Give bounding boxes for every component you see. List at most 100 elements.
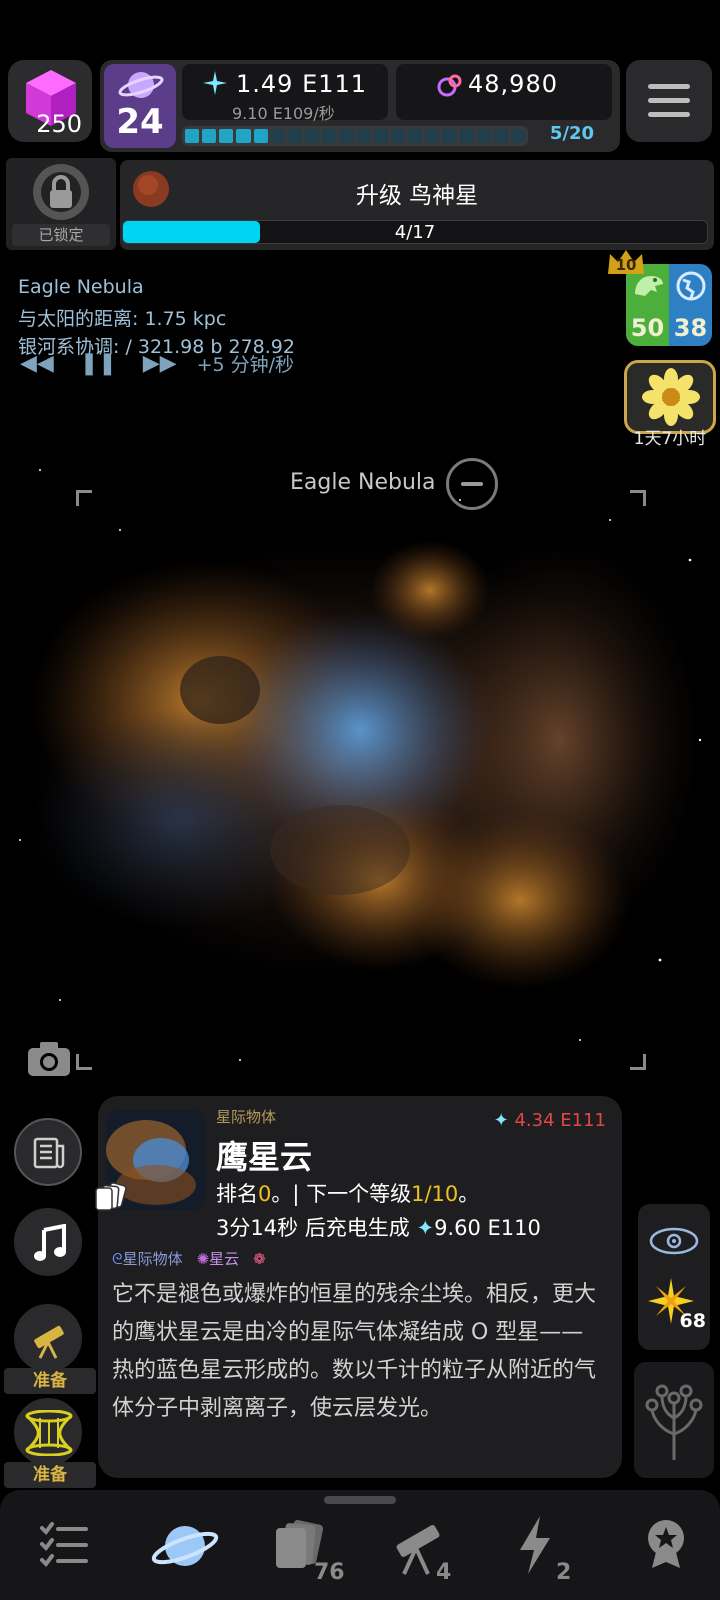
charge-value: 9.60 E110: [434, 1216, 541, 1240]
drag-handle[interactable]: [324, 1496, 396, 1504]
progress-segment: [219, 129, 234, 143]
tag-interstellar[interactable]: ᘓ星际物体: [112, 1248, 183, 1269]
music-button[interactable]: [14, 1208, 82, 1276]
planet-level-box[interactable]: 24: [104, 64, 176, 148]
tag-nebula[interactable]: ✺星云: [197, 1248, 240, 1269]
menu-icon: [648, 84, 690, 89]
sparkle-icon: ✦: [493, 1110, 509, 1131]
location-distance: 与太阳的距离: 1.75 kpc: [18, 308, 227, 330]
dark-matter-icon: [437, 74, 462, 97]
galaxy-icon: ᘓ: [112, 1250, 123, 1268]
progress-segment: [322, 129, 337, 143]
object-value: ✦ 4.34 E111: [494, 1110, 606, 1131]
zoom-out-button[interactable]: [446, 458, 498, 510]
frame-corner: [630, 1054, 646, 1070]
progress-segment: [408, 129, 423, 143]
stardust-box[interactable]: 1.49 E111 9.10 E109/秒: [182, 64, 388, 123]
progress-segment: [476, 129, 491, 143]
progress-segment: [270, 129, 285, 143]
nav-achievements[interactable]: [620, 1512, 710, 1592]
frame-corner: [630, 490, 646, 506]
nebula-icon: ✺: [196, 1250, 210, 1268]
object-category: 星际物体: [216, 1108, 277, 1126]
saturn-icon: [151, 1526, 219, 1566]
progress-segment: [356, 129, 371, 143]
cards-count: 76: [314, 1560, 345, 1585]
planet-level: 24: [116, 102, 164, 142]
progress-segment: [425, 129, 440, 143]
crown-level: 10: [615, 256, 637, 274]
nebula-view[interactable]: [0, 440, 720, 1080]
level-progress-text: 5/20: [549, 123, 595, 144]
progress-segment: [493, 129, 508, 143]
target-label: Eagle Nebula: [290, 470, 436, 495]
camera-icon: [28, 1042, 70, 1076]
dark-matter-value: 48,980: [468, 70, 558, 98]
resource-panel: 24 1.49 E111 9.10 E109/秒 48,980 5/20: [100, 60, 620, 152]
planet-icon: [118, 72, 164, 98]
nav-energy[interactable]: 2: [504, 1512, 594, 1592]
cube-count: 250: [36, 110, 82, 138]
planet-count: 38: [673, 314, 708, 342]
progress-segment: [287, 129, 303, 143]
ready-label: 准备: [4, 1368, 96, 1394]
object-rank: 排名0。| 下一个等级1/10。: [216, 1178, 479, 1208]
rank-value: 0: [258, 1182, 272, 1206]
nav-telescope[interactable]: 4: [384, 1512, 474, 1592]
time-rate: +5 分钟/秒: [196, 354, 295, 376]
event-flower-button[interactable]: [624, 360, 716, 434]
rank-prefix: 排名: [216, 1182, 258, 1206]
progress-segment: [510, 129, 526, 143]
life-count: 50: [630, 314, 665, 342]
object-description: 它不是褪色或爆炸的恒星的残余尘埃。相反，更大的鹰状星云是由冷的星际气体凝结成 O…: [112, 1282, 597, 1421]
sparkle-icon: ✦: [416, 1216, 435, 1240]
side-panel: 68: [638, 1204, 710, 1350]
nav-cards[interactable]: 76: [264, 1512, 354, 1592]
frame-corner: [76, 1054, 92, 1070]
rank-next: 1/10: [411, 1182, 459, 1206]
progress-segment: [459, 129, 474, 143]
upgrade-button[interactable]: 升级 鸟神星 4/17: [120, 160, 714, 250]
frame-corner: [76, 490, 92, 506]
charge-text: 3分14秒 后充电生成: [216, 1216, 410, 1240]
telescope-ready-button[interactable]: [14, 1304, 82, 1372]
upgrade-title: 升级 鸟神星: [355, 183, 479, 209]
tree-icon: [645, 1384, 703, 1460]
nav-tasks[interactable]: [20, 1512, 110, 1592]
locked-slot[interactable]: 已锁定: [6, 158, 116, 250]
globe-icon: [676, 271, 706, 301]
flower-icon: [642, 368, 700, 426]
pause-button[interactable]: ❚❚: [80, 351, 117, 376]
cube-currency-box[interactable]: 250: [8, 60, 92, 142]
lock-icon: [33, 164, 89, 220]
energy-count: 2: [556, 1560, 572, 1585]
progress-segment: [305, 129, 320, 143]
level-progress-bar: [182, 126, 528, 146]
upgrade-progress-bar: 4/17: [122, 220, 708, 244]
orbit-icon[interactable]: [648, 1224, 700, 1258]
progress-segment: [442, 129, 457, 143]
progress-segment: [339, 129, 354, 143]
cards-icon: [95, 1182, 127, 1211]
telescope-icon: [34, 1325, 64, 1359]
tech-tree-button[interactable]: [634, 1362, 714, 1478]
location-name: Eagle Nebula: [18, 276, 144, 298]
progress-segment: [253, 129, 268, 143]
object-info-card[interactable]: 星际物体 鹰星云 ✦ 4.34 E111 排名0。| 下一个等级1/10。 3分…: [95, 1096, 622, 1478]
dark-matter-box[interactable]: 48,980: [396, 64, 612, 120]
newspaper-icon: [33, 1137, 65, 1169]
progress-segment: [373, 129, 388, 143]
wormhole-ready-button[interactable]: [14, 1398, 82, 1466]
camera-button[interactable]: [26, 1040, 72, 1082]
object-title: 鹰星云: [216, 1138, 313, 1176]
progress-segment: [185, 129, 200, 143]
nav-planets[interactable]: [140, 1512, 230, 1592]
lightning-icon: [520, 1516, 550, 1574]
telescope-count: 4: [436, 1560, 452, 1585]
fast-forward-button[interactable]: ▶▶: [143, 351, 177, 376]
rewind-button[interactable]: ◀◀: [20, 351, 54, 376]
news-button[interactable]: [14, 1118, 82, 1186]
sun-count: 68: [679, 1310, 706, 1332]
time-controls: ◀◀ ❚❚ ▶▶ +5 分钟/秒: [20, 350, 294, 377]
menu-button[interactable]: [626, 60, 712, 142]
